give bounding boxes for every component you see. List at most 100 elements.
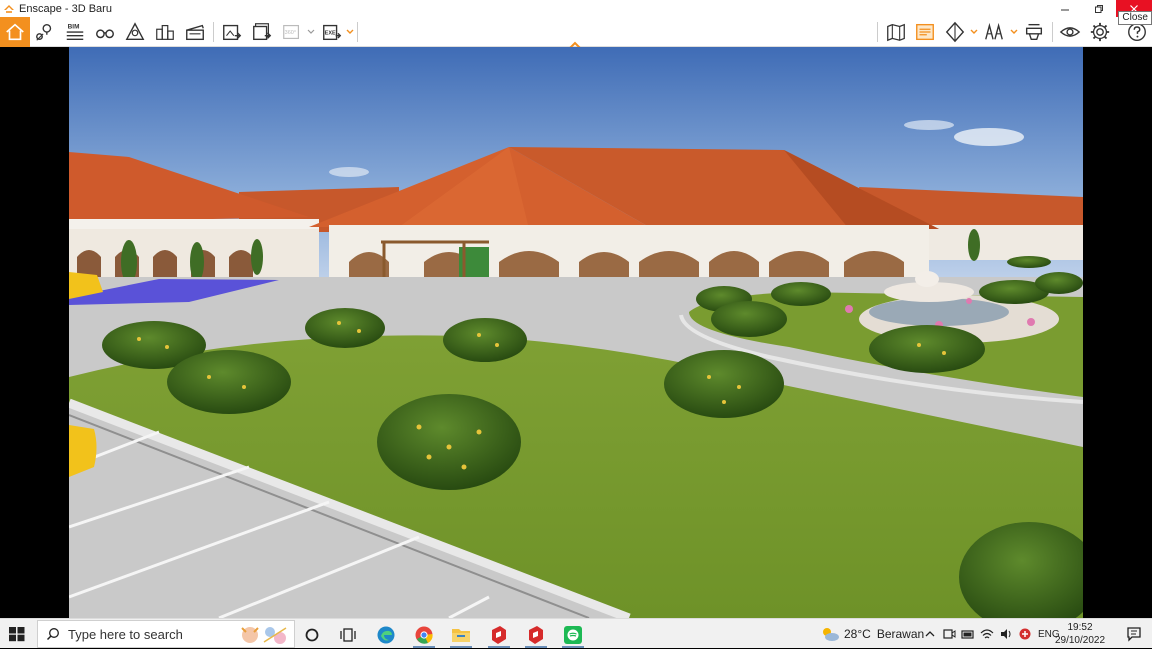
views-button[interactable]: [32, 20, 58, 44]
toolbar-separator: [213, 22, 214, 42]
taskbar-clock[interactable]: 19:52 29/10/2022: [1050, 621, 1110, 647]
taskbar-chrome[interactable]: [409, 622, 439, 648]
bim-icon: BIM: [66, 23, 84, 41]
search-icon: [46, 628, 59, 641]
video-editor-icon: [186, 24, 204, 41]
taskbar-cortana[interactable]: [297, 622, 327, 648]
video-editor-button[interactable]: [182, 20, 208, 44]
close-tooltip: Close: [1118, 11, 1152, 25]
windows-taskbar: 28°C Berawan ENG 19:52 29/10/2022: [0, 618, 1152, 648]
enscape-window: Enscape - 3D Baru Close BIM 360° EXE: [0, 0, 1152, 618]
taskbar-search-box[interactable]: [37, 620, 295, 648]
chevron-down-icon: [346, 29, 354, 34]
architectural-render: [69, 47, 1083, 618]
chrome-icon: [415, 626, 433, 644]
clock-time: 19:52: [1067, 622, 1093, 633]
bim-button[interactable]: BIM: [62, 20, 88, 44]
batch-render-icon: [253, 23, 272, 41]
exe-export-button[interactable]: EXE: [319, 20, 345, 44]
toolbar-separator: [877, 22, 878, 42]
map-button[interactable]: [883, 20, 909, 44]
clock-date: 29/10/2022: [1054, 635, 1106, 646]
battery-icon[interactable]: [961, 627, 975, 641]
view-mode-button[interactable]: [942, 20, 968, 44]
chevron-down-icon: [970, 29, 978, 34]
system-tray-icons: ENG: [924, 619, 1060, 649]
taskbar-sketchup-2[interactable]: [521, 622, 551, 648]
weather-temperature: 28°C: [844, 627, 871, 641]
title-bar: Enscape - 3D Baru Close: [0, 0, 1152, 25]
svg-text:360°: 360°: [285, 30, 296, 36]
chevron-down-icon: [1010, 29, 1018, 34]
cortana-icon: [305, 628, 319, 642]
taskbar-sketchup-1[interactable]: [484, 622, 514, 648]
restore-button[interactable]: [1082, 0, 1116, 17]
notification-icon: [1127, 627, 1141, 642]
settings-icon: [1090, 22, 1110, 42]
collaboration-icon: [1025, 23, 1043, 41]
enscape-toolbar: BIM 360° EXE: [0, 17, 1152, 49]
search-input[interactable]: [68, 626, 228, 642]
asset-library-icon: [125, 22, 145, 41]
visibility-button[interactable]: [1057, 20, 1083, 44]
panorama-icon: 360°: [283, 24, 300, 40]
map-icon: [887, 23, 905, 42]
material-editor-icon: [916, 23, 934, 41]
toolbar-separator: [357, 22, 358, 42]
material-editor-button[interactable]: [912, 20, 938, 44]
site-context-button[interactable]: [152, 20, 178, 44]
taskbar-spotify[interactable]: [558, 622, 588, 648]
weather-condition: Berawan: [876, 627, 925, 641]
wifi-icon[interactable]: [980, 627, 994, 641]
sketchup-icon: [492, 626, 506, 644]
binoculars-icon: [96, 29, 114, 39]
spotify-icon: [564, 626, 582, 644]
site-context-icon: [156, 24, 174, 40]
views-pin-icon: [36, 23, 52, 41]
taskbar-edge[interactable]: [371, 622, 401, 648]
asset-library-button[interactable]: [122, 20, 148, 44]
restore-icon: [1095, 4, 1103, 13]
home-icon: [6, 23, 24, 41]
export-dropdown[interactable]: [346, 27, 354, 37]
home-button[interactable]: [0, 17, 30, 47]
chevron-up-icon[interactable]: [924, 629, 936, 639]
search-highlight-illustration-icon: [241, 627, 287, 644]
windows-logo-icon: [9, 627, 25, 642]
view-mode-icon: [945, 21, 965, 43]
edge-icon: [377, 626, 395, 644]
atmosphere-dropdown[interactable]: [1010, 27, 1018, 37]
taskbar-task-view[interactable]: [333, 622, 363, 648]
taskbar-file-explorer[interactable]: [446, 622, 476, 648]
minimize-button[interactable]: [1048, 0, 1082, 17]
settings-button[interactable]: [1087, 20, 1113, 44]
file-explorer-icon: [452, 629, 470, 642]
notification-center-button[interactable]: [1126, 626, 1142, 642]
sketchup-icon: [529, 626, 543, 644]
atmosphere-icon: [985, 22, 1003, 40]
window-title: Enscape - 3D Baru: [19, 2, 112, 15]
visibility-icon: [1059, 27, 1081, 37]
walk-mode-button[interactable]: [92, 20, 118, 44]
screenshot-button[interactable]: [219, 20, 245, 44]
panorama-dropdown[interactable]: [307, 27, 315, 37]
exe-export-icon: EXE: [323, 24, 342, 41]
minimize-icon: [1061, 9, 1069, 10]
start-button[interactable]: [8, 626, 26, 642]
partly-cloudy-icon: [823, 628, 839, 641]
antivirus-icon[interactable]: [1018, 627, 1032, 641]
svg-text:BIM: BIM: [68, 23, 80, 30]
view-mode-dropdown[interactable]: [970, 27, 978, 37]
volume-icon[interactable]: [999, 627, 1013, 641]
atmosphere-button[interactable]: [981, 20, 1007, 44]
screenshot-icon: [223, 24, 242, 41]
batch-render-button[interactable]: [249, 20, 275, 44]
meet-now-icon[interactable]: [942, 627, 956, 641]
panorama-button[interactable]: 360°: [279, 20, 305, 44]
enscape-logo-icon: [2, 2, 16, 16]
task-view-icon: [340, 628, 356, 642]
weather-widget[interactable]: 28°C Berawan: [820, 619, 924, 649]
collaboration-button[interactable]: [1021, 20, 1047, 44]
collapse-toolbar-button[interactable]: [568, 37, 582, 49]
render-viewport[interactable]: [69, 47, 1083, 618]
